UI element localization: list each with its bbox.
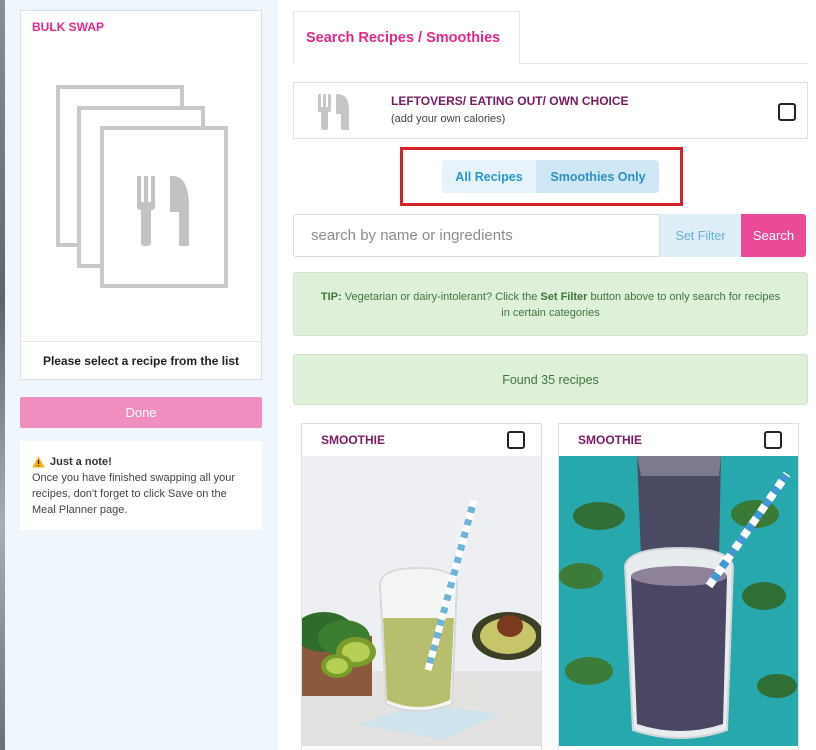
- leftovers-subtitle: (add your own calories): [391, 113, 506, 125]
- recipe-filter-toggle: All Recipes Smoothies Only: [442, 160, 659, 193]
- leftovers-title: LEFTOVERS/ EATING OUT/ OWN CHOICE: [391, 94, 629, 108]
- recipe-card[interactable]: SMOOTHIE: [558, 423, 799, 750]
- note-title: Just a note!: [50, 456, 112, 468]
- tip-prefix: TIP:: [320, 291, 342, 303]
- note-body: Once you have finished swapping all your…: [32, 472, 236, 516]
- recipe-category: SMOOTHIE: [578, 433, 643, 447]
- tip-text-before: Vegetarian or dairy-intolerant? Click th…: [341, 291, 541, 303]
- recipe-checkbox[interactable]: [764, 431, 782, 449]
- search-button[interactable]: Search: [741, 214, 806, 257]
- note-card: Just a note! Once you have finished swap…: [20, 441, 262, 530]
- bulk-swap-title: BULK SWAP: [32, 20, 104, 34]
- recipe-category: SMOOTHIE: [321, 433, 386, 447]
- green-smoothie-photo[interactable]: [302, 456, 541, 746]
- recipe-card[interactable]: SMOOTHIE: [301, 423, 542, 750]
- search-bar: Set Filter Search: [293, 214, 806, 257]
- bulk-swap-placeholder-text: Please select a recipe from the list: [21, 341, 261, 381]
- all-recipes-button[interactable]: All Recipes: [442, 160, 537, 193]
- warning-icon: [32, 456, 45, 468]
- results-count: Found 35 recipes: [293, 354, 808, 405]
- bulk-swap-card: BULK SWAP Please select a recipe from th…: [20, 10, 262, 380]
- leftovers-checkbox[interactable]: [778, 103, 796, 121]
- tip-emphasis: Set Filter: [540, 291, 588, 303]
- purple-smoothie-photo[interactable]: [559, 456, 798, 746]
- search-input[interactable]: [293, 214, 660, 257]
- done-button[interactable]: Done: [20, 397, 262, 428]
- note-header: Just a note!: [32, 454, 250, 470]
- smoothies-only-button[interactable]: Smoothies Only: [537, 160, 659, 193]
- stacked-recipes-fork-knife-icon: [56, 85, 228, 288]
- tab-search-recipes-smoothies[interactable]: Search Recipes / Smoothies: [293, 11, 520, 65]
- fork-knife-icon: [318, 93, 349, 130]
- tab-bar: Search Recipes / Smoothies: [293, 10, 808, 65]
- tip-alert: TIP: Vegetarian or dairy-intolerant? Cli…: [293, 272, 808, 336]
- recipe-checkbox[interactable]: [507, 431, 525, 449]
- set-filter-button[interactable]: Set Filter: [660, 214, 741, 257]
- leftovers-option[interactable]: LEFTOVERS/ EATING OUT/ OWN CHOICE (add y…: [293, 82, 808, 139]
